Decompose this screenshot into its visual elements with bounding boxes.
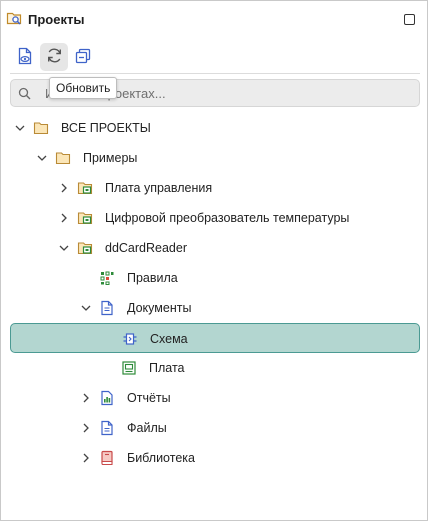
- toolbar-divider: [10, 73, 420, 74]
- project-folder-icon: [77, 240, 93, 256]
- tree-node-label: Примеры: [83, 151, 138, 165]
- chevron-right-icon[interactable]: [80, 452, 92, 464]
- chevron-down-icon[interactable]: [80, 302, 92, 314]
- tree-node[interactable]: Примеры: [1, 143, 427, 173]
- folder-icon: [55, 150, 71, 166]
- tree-node-label: ВСЕ ПРОЕКТЫ: [61, 121, 151, 135]
- documents-icon: [99, 300, 115, 316]
- maximize-button[interactable]: [404, 14, 415, 25]
- tree-node-label: Файлы: [127, 421, 167, 435]
- chevron-right-icon[interactable]: [80, 422, 92, 434]
- tree-node[interactable]: Правила: [1, 263, 427, 293]
- collapse-all-button[interactable]: [69, 43, 97, 71]
- tree-node-label: ddCardReader: [105, 241, 187, 255]
- tree-node[interactable]: Библиотека: [1, 443, 427, 473]
- tree-node[interactable]: Цифровой преобразователь температуры: [1, 203, 427, 233]
- rules-icon: [99, 270, 115, 286]
- tree-node[interactable]: Документы: [1, 293, 427, 323]
- project-folder-icon: [77, 180, 93, 196]
- refresh-button[interactable]: [40, 43, 68, 71]
- refresh-tooltip: Обновить: [49, 77, 118, 99]
- document-view-icon: [17, 47, 33, 68]
- tree-node[interactable]: ВСЕ ПРОЕКТЫ: [1, 113, 427, 143]
- schematic-icon: [122, 331, 138, 347]
- reports-icon: [99, 390, 115, 406]
- project-folder-icon: [77, 210, 93, 226]
- folder-icon: [33, 120, 49, 136]
- tree-node[interactable]: Плата: [1, 353, 427, 383]
- tree-node-label: Документы: [127, 301, 192, 315]
- tree-node-label: Библиотека: [127, 451, 195, 465]
- tree-node[interactable]: Плата управления: [1, 173, 427, 203]
- chevron-down-icon[interactable]: [36, 152, 48, 164]
- toolbar: [9, 43, 419, 71]
- tree-node-label: Цифровой преобразователь температуры: [105, 211, 350, 225]
- tree-node-label: Плата: [149, 361, 185, 375]
- tree-node-label: Отчёты: [127, 391, 171, 405]
- tree-node[interactable]: Отчёты: [1, 383, 427, 413]
- tree-node-label: Схема: [150, 332, 188, 346]
- chevron-down-icon[interactable]: [58, 242, 70, 254]
- panel-title: Проекты: [28, 12, 85, 27]
- library-icon: [99, 450, 115, 466]
- projects-panel: Проекты Искать в проектах... Обновить ВС…: [0, 0, 428, 521]
- chevron-right-icon[interactable]: [58, 212, 70, 224]
- panel-title-bar: Проекты: [1, 1, 427, 37]
- tree-node[interactable]: ddCardReader: [1, 233, 427, 263]
- chevron-down-icon[interactable]: [14, 122, 26, 134]
- chevron-right-icon[interactable]: [58, 182, 70, 194]
- board-icon: [121, 360, 137, 376]
- file-icon: [99, 420, 115, 436]
- collapse-all-icon: [75, 48, 91, 67]
- search-icon: [18, 87, 31, 100]
- folder-search-icon: [6, 10, 22, 26]
- tree-node[interactable]: Схема: [10, 323, 420, 353]
- tree-node[interactable]: Файлы: [1, 413, 427, 443]
- tree-node-label: Правила: [127, 271, 178, 285]
- tree-node-label: Плата управления: [105, 181, 213, 195]
- refresh-icon: [46, 47, 63, 67]
- chevron-right-icon[interactable]: [80, 392, 92, 404]
- show-document-button[interactable]: [11, 43, 39, 71]
